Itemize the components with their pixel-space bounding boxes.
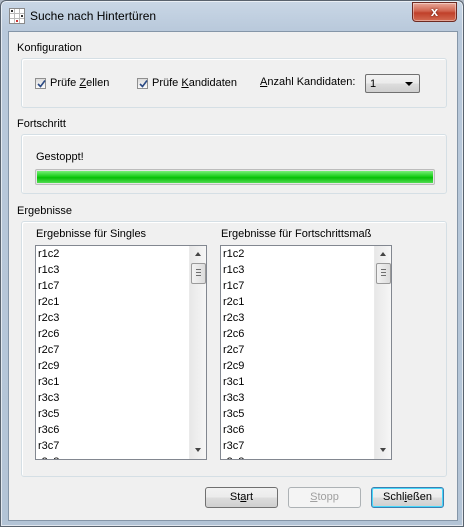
sudoku-app-icon [9,8,25,24]
list-item[interactable]: r1c2 [221,246,373,262]
list-item[interactable]: r3c3 [36,390,188,406]
check-candidates-checkbox[interactable]: Prüfe Kandidaten [137,76,237,90]
progress-bar [35,169,435,185]
scroll-up-button[interactable] [190,246,206,263]
progress-scrollbar[interactable] [374,246,391,459]
singles-scrollbar[interactable] [189,246,206,459]
list-item[interactable]: r1c7 [221,278,373,294]
progress-bar-fill [37,171,433,183]
list-item[interactable]: r2c1 [221,294,373,310]
list-item[interactable]: r3c7 [221,438,373,454]
list-item[interactable]: r2c6 [221,326,373,342]
list-item[interactable]: r1c3 [221,262,373,278]
group-configuration-label: Konfiguration [15,42,84,54]
list-item[interactable]: r2c7 [36,342,188,358]
list-item[interactable]: r2c3 [36,310,188,326]
dialog-window: Suche nach Hintertüren x Konfiguration P… [0,0,464,527]
title-bar[interactable]: Suche nach Hintertüren x [1,1,463,31]
checkmark-icon [139,79,148,88]
scroll-up-button[interactable] [375,246,391,263]
group-progress: Fortschritt Gestoppt! [15,118,447,194]
group-configuration: Konfiguration Prüfe Zellen Prüfe Kandida… [15,42,447,108]
list-item[interactable]: r3c5 [36,406,188,422]
scroll-thumb[interactable] [376,263,391,284]
list-item[interactable]: r3c8 [36,454,188,459]
list-item[interactable]: r3c6 [36,422,188,438]
scroll-down-button[interactable] [375,442,391,459]
num-candidates-combobox[interactable]: 1 [365,74,420,93]
close-icon: x [430,4,439,19]
dialog-content: Konfiguration Prüfe Zellen Prüfe Kandida… [8,31,458,521]
group-progress-label: Fortschritt [15,118,68,130]
list-item[interactable]: r3c1 [221,374,373,390]
checkbox-box [137,77,148,89]
list-item[interactable]: r2c7 [221,342,373,358]
arrow-down-icon [380,448,386,452]
combobox-value: 1 [370,78,377,90]
progress-results-list[interactable]: r1c2 r1c3 r1c7 r2c1 r2c3 r2c6 r2c7 r2c9 r3c1 r3c3… [220,245,392,460]
list-item[interactable]: r3c1 [36,374,188,390]
list-item[interactable]: r2c6 [36,326,188,342]
list-item[interactable]: r3c7 [36,438,188,454]
checkmark-icon [37,79,46,88]
group-results: Ergebnisse Ergebnisse für Singles Ergebn… [15,205,447,477]
check-candidates-label: Prüfe Kandidaten [152,77,238,89]
list-item[interactable]: r3c8 [221,454,373,459]
list-item[interactable]: r2c1 [36,294,188,310]
arrow-up-icon [195,252,201,256]
list-item[interactable]: r2c9 [36,358,188,374]
singles-results-list[interactable]: r1c2 r1c3 r1c7 r2c1 r2c3 r2c6 r2c7 r2c9 r3c1 r3c3… [35,245,207,460]
progress-items-container: r1c2 r1c3 r1c7 r2c1 r2c3 r2c6 r2c7 r2c9 r3c1 r3c3… [221,246,373,459]
list-item[interactable]: r1c2 [36,246,188,262]
progress-status-text: Gestoppt! [36,151,84,163]
list-item[interactable]: r1c3 [36,262,188,278]
scroll-down-button[interactable] [190,442,206,459]
list-item[interactable]: r1c7 [36,278,188,294]
list-item[interactable]: r3c5 [221,406,373,422]
singles-results-label: Ergebnisse für Singles [36,228,147,240]
list-item[interactable]: r3c6 [221,422,373,438]
chevron-down-icon [405,82,413,86]
check-cells-checkbox[interactable]: Prüfe Zellen [35,76,109,90]
progress-results-label: Ergebnisse für Fortschrittsmaß [221,228,372,240]
num-candidates-label: Anzahl Kandidaten: [260,76,356,88]
singles-items-container: r1c2 r1c3 r1c7 r2c1 r2c3 r2c6 r2c7 r2c9 r3c1 r3c3… [36,246,188,459]
list-item[interactable]: r2c3 [221,310,373,326]
arrow-down-icon [195,448,201,452]
arrow-up-icon [380,252,386,256]
group-results-label: Ergebnisse [15,205,75,217]
stop-button[interactable]: Stopp [288,487,361,508]
check-cells-label: Prüfe Zellen [50,77,110,89]
window-close-button[interactable]: x [412,2,457,22]
checkbox-box [35,77,46,89]
list-item[interactable]: r2c9 [221,358,373,374]
window-title: Suche nach Hintertüren [30,9,157,23]
start-button[interactable]: Start [205,487,278,508]
scroll-thumb[interactable] [191,263,206,284]
list-item[interactable]: r3c3 [221,390,373,406]
close-button[interactable]: Schließen [371,487,444,508]
